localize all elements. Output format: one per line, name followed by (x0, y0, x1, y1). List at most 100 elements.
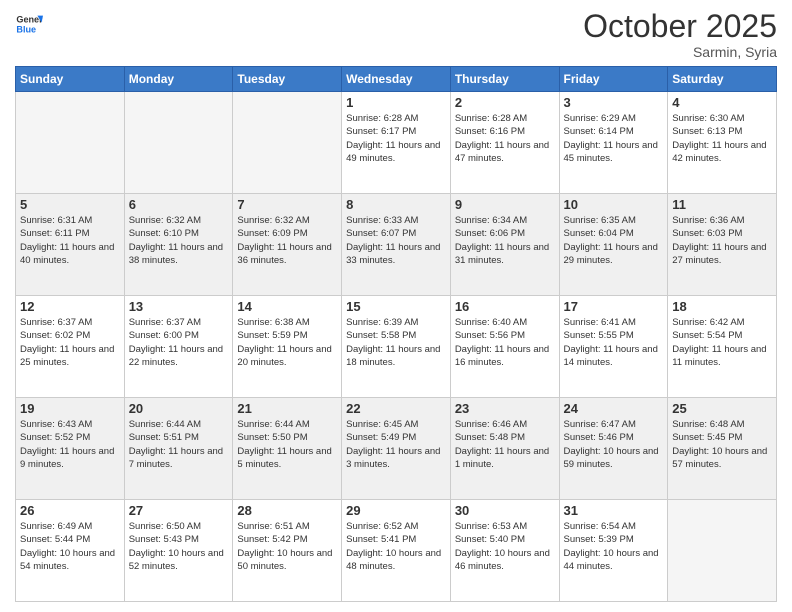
day-info: Sunrise: 6:41 AMSunset: 5:55 PMDaylight:… (564, 316, 664, 369)
calendar-cell: 6 Sunrise: 6:32 AMSunset: 6:10 PMDaylight… (124, 194, 233, 296)
day-info: Sunrise: 6:38 AMSunset: 5:59 PMDaylight:… (237, 316, 337, 369)
calendar-week-row: 19 Sunrise: 6:43 AMSunset: 5:52 PMDayligh… (16, 398, 777, 500)
calendar-cell (124, 92, 233, 194)
header: General Blue October 2025 Sarmin, Syria (15, 10, 777, 60)
day-number: 7 (237, 197, 337, 212)
calendar-table: SundayMondayTuesdayWednesdayThursdayFrid… (15, 66, 777, 602)
day-info: Sunrise: 6:44 AMSunset: 5:51 PMDaylight:… (129, 418, 229, 471)
day-number: 22 (346, 401, 446, 416)
day-number: 13 (129, 299, 229, 314)
day-number: 16 (455, 299, 555, 314)
calendar-cell: 21 Sunrise: 6:44 AMSunset: 5:50 PMDayligh… (233, 398, 342, 500)
calendar-cell: 26Sunrise: 6:49 AMSunset: 5:44 PMDayligh… (16, 500, 125, 602)
day-number: 28 (237, 503, 337, 518)
day-info: Sunrise: 6:40 AMSunset: 5:56 PMDaylight:… (455, 316, 555, 369)
calendar-cell: 7 Sunrise: 6:32 AMSunset: 6:09 PMDaylight… (233, 194, 342, 296)
day-info: Sunrise: 6:43 AMSunset: 5:52 PMDaylight:… (20, 418, 120, 471)
day-info: Sunrise: 6:52 AMSunset: 5:41 PMDaylight:… (346, 520, 446, 573)
day-number: 12 (20, 299, 120, 314)
day-number: 15 (346, 299, 446, 314)
day-number: 30 (455, 503, 555, 518)
day-info: Sunrise: 6:37 AMSunset: 6:00 PMDaylight:… (129, 316, 229, 369)
month-title: October 2025 (583, 10, 777, 42)
calendar-cell: 24Sunrise: 6:47 AMSunset: 5:46 PMDayligh… (559, 398, 668, 500)
day-number: 19 (20, 401, 120, 416)
day-info: Sunrise: 6:31 AMSunset: 6:11 PMDaylight:… (20, 214, 120, 267)
day-info: Sunrise: 6:45 AMSunset: 5:49 PMDaylight:… (346, 418, 446, 471)
day-number: 11 (672, 197, 772, 212)
day-info: Sunrise: 6:51 AMSunset: 5:42 PMDaylight:… (237, 520, 337, 573)
calendar-cell: 22 Sunrise: 6:45 AMSunset: 5:49 PMDayligh… (342, 398, 451, 500)
day-number: 9 (455, 197, 555, 212)
weekday-header: Friday (559, 67, 668, 92)
day-number: 29 (346, 503, 446, 518)
weekday-header: Thursday (450, 67, 559, 92)
logo: General Blue (15, 10, 43, 38)
day-number: 20 (129, 401, 229, 416)
day-info: Sunrise: 6:30 AMSunset: 6:13 PMDaylight:… (672, 112, 772, 165)
weekday-header: Wednesday (342, 67, 451, 92)
calendar-cell: 18Sunrise: 6:42 AMSunset: 5:54 PMDayligh… (668, 296, 777, 398)
calendar-cell: 4 Sunrise: 6:30 AMSunset: 6:13 PMDaylight… (668, 92, 777, 194)
day-info: Sunrise: 6:28 AMSunset: 6:16 PMDaylight:… (455, 112, 555, 165)
day-info: Sunrise: 6:44 AMSunset: 5:50 PMDaylight:… (237, 418, 337, 471)
day-number: 23 (455, 401, 555, 416)
day-number: 14 (237, 299, 337, 314)
weekday-header: Tuesday (233, 67, 342, 92)
calendar-week-row: 26Sunrise: 6:49 AMSunset: 5:44 PMDayligh… (16, 500, 777, 602)
calendar-cell: 29 Sunrise: 6:52 AMSunset: 5:41 PMDayligh… (342, 500, 451, 602)
day-number: 27 (129, 503, 229, 518)
day-info: Sunrise: 6:32 AMSunset: 6:10 PMDaylight:… (129, 214, 229, 267)
calendar-cell (16, 92, 125, 194)
calendar-cell: 1 Sunrise: 6:28 AMSunset: 6:17 PMDaylight… (342, 92, 451, 194)
calendar-cell: 14 Sunrise: 6:38 AMSunset: 5:59 PMDayligh… (233, 296, 342, 398)
calendar-cell: 15 Sunrise: 6:39 AMSunset: 5:58 PMDayligh… (342, 296, 451, 398)
weekday-header-row: SundayMondayTuesdayWednesdayThursdayFrid… (16, 67, 777, 92)
calendar-cell: 23 Sunrise: 6:46 AMSunset: 5:48 PMDayligh… (450, 398, 559, 500)
day-info: Sunrise: 6:46 AMSunset: 5:48 PMDaylight:… (455, 418, 555, 471)
day-info: Sunrise: 6:37 AMSunset: 6:02 PMDaylight:… (20, 316, 120, 369)
day-info: Sunrise: 6:50 AMSunset: 5:43 PMDaylight:… (129, 520, 229, 573)
day-info: Sunrise: 6:48 AMSunset: 5:45 PMDaylight:… (672, 418, 772, 471)
calendar-cell: 16 Sunrise: 6:40 AMSunset: 5:56 PMDayligh… (450, 296, 559, 398)
day-info: Sunrise: 6:54 AMSunset: 5:39 PMDaylight:… (564, 520, 664, 573)
day-number: 3 (564, 95, 664, 110)
day-info: Sunrise: 6:35 AMSunset: 6:04 PMDaylight:… (564, 214, 664, 267)
day-number: 4 (672, 95, 772, 110)
day-number: 21 (237, 401, 337, 416)
calendar-week-row: 12 Sunrise: 6:37 AMSunset: 6:02 PMDayligh… (16, 296, 777, 398)
calendar-cell: 25Sunrise: 6:48 AMSunset: 5:45 PMDayligh… (668, 398, 777, 500)
calendar-cell: 19 Sunrise: 6:43 AMSunset: 5:52 PMDayligh… (16, 398, 125, 500)
location-subtitle: Sarmin, Syria (583, 44, 777, 60)
calendar-cell: 20 Sunrise: 6:44 AMSunset: 5:51 PMDayligh… (124, 398, 233, 500)
day-number: 2 (455, 95, 555, 110)
calendar-cell: 27 Sunrise: 6:50 AMSunset: 5:43 PMDayligh… (124, 500, 233, 602)
calendar-week-row: 1 Sunrise: 6:28 AMSunset: 6:17 PMDaylight… (16, 92, 777, 194)
calendar-cell: 30 Sunrise: 6:53 AMSunset: 5:40 PMDayligh… (450, 500, 559, 602)
calendar-cell: 11Sunrise: 6:36 AMSunset: 6:03 PMDayligh… (668, 194, 777, 296)
calendar-cell: 17 Sunrise: 6:41 AMSunset: 5:55 PMDayligh… (559, 296, 668, 398)
day-info: Sunrise: 6:39 AMSunset: 5:58 PMDaylight:… (346, 316, 446, 369)
calendar-cell: 5 Sunrise: 6:31 AMSunset: 6:11 PMDaylight… (16, 194, 125, 296)
day-info: Sunrise: 6:34 AMSunset: 6:06 PMDaylight:… (455, 214, 555, 267)
calendar-cell: 28 Sunrise: 6:51 AMSunset: 5:42 PMDayligh… (233, 500, 342, 602)
calendar-cell: 13 Sunrise: 6:37 AMSunset: 6:00 PMDayligh… (124, 296, 233, 398)
day-info: Sunrise: 6:32 AMSunset: 6:09 PMDaylight:… (237, 214, 337, 267)
day-number: 17 (564, 299, 664, 314)
day-number: 8 (346, 197, 446, 212)
day-info: Sunrise: 6:53 AMSunset: 5:40 PMDaylight:… (455, 520, 555, 573)
day-number: 5 (20, 197, 120, 212)
day-number: 1 (346, 95, 446, 110)
calendar-week-row: 5 Sunrise: 6:31 AMSunset: 6:11 PMDaylight… (16, 194, 777, 296)
day-info: Sunrise: 6:29 AMSunset: 6:14 PMDaylight:… (564, 112, 664, 165)
day-number: 24 (564, 401, 664, 416)
calendar-cell (233, 92, 342, 194)
calendar-cell: 12 Sunrise: 6:37 AMSunset: 6:02 PMDayligh… (16, 296, 125, 398)
weekday-header: Monday (124, 67, 233, 92)
logo-icon: General Blue (15, 10, 43, 38)
day-number: 6 (129, 197, 229, 212)
title-block: October 2025 Sarmin, Syria (583, 10, 777, 60)
day-number: 18 (672, 299, 772, 314)
day-info: Sunrise: 6:28 AMSunset: 6:17 PMDaylight:… (346, 112, 446, 165)
calendar-cell: 3 Sunrise: 6:29 AMSunset: 6:14 PMDaylight… (559, 92, 668, 194)
